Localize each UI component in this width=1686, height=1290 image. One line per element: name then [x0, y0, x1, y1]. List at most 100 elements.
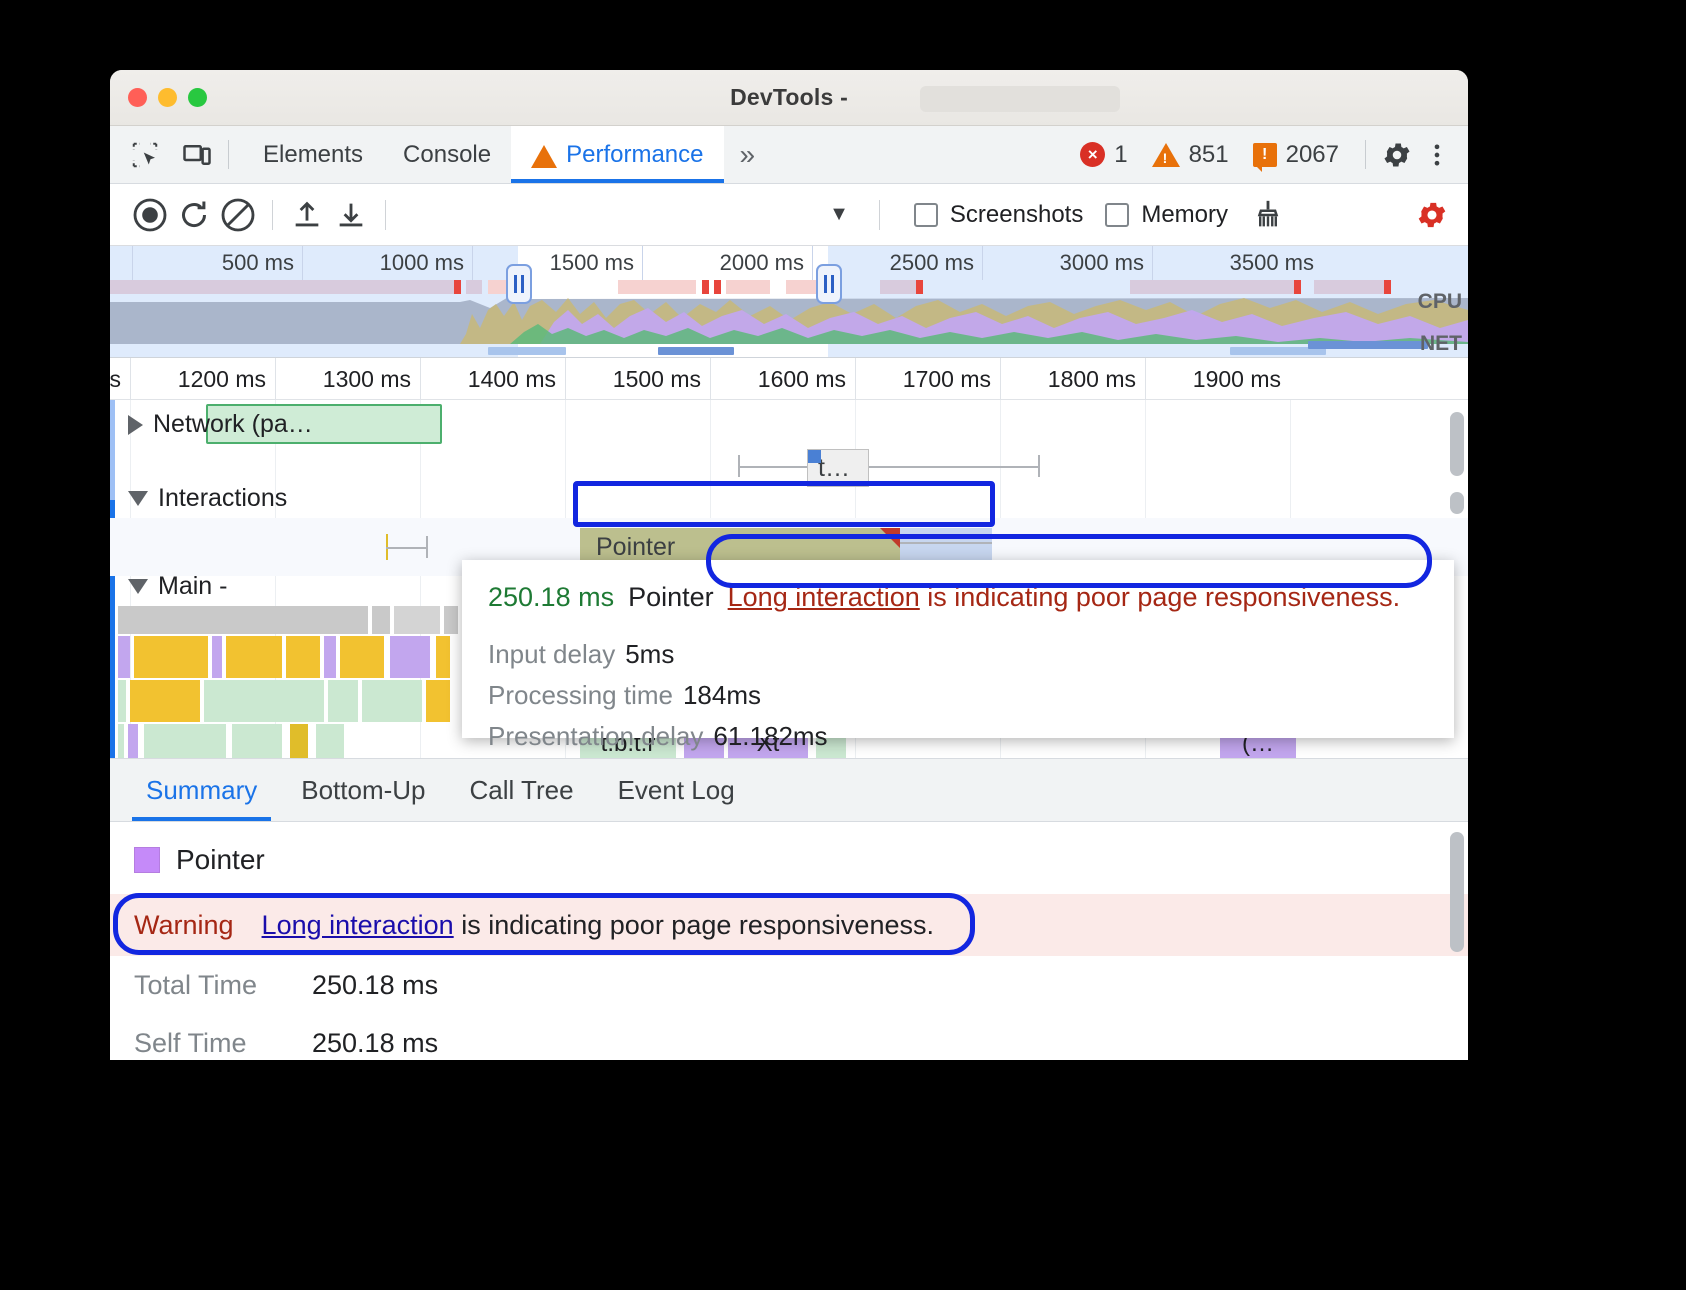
flame-block[interactable]	[372, 606, 390, 634]
controls-divider-1	[272, 200, 273, 230]
flame-block[interactable]	[118, 680, 126, 722]
flame-block[interactable]	[394, 606, 440, 634]
upload-profile-icon[interactable]	[285, 193, 329, 237]
more-tabs-button[interactable]: »	[724, 126, 772, 183]
collect-garbage-icon[interactable]	[1246, 193, 1290, 237]
error-icon: ×	[1080, 142, 1105, 167]
inspect-icon[interactable]	[128, 138, 162, 172]
tab-elements[interactable]: Elements	[243, 126, 383, 183]
profile-select[interactable]: ▼	[398, 203, 867, 226]
flame-block[interactable]	[426, 680, 450, 722]
tooltip-metric-key: Input delay	[488, 639, 615, 669]
timeline-tick-label: 1100 ms	[110, 366, 121, 393]
overview-window-left-handle[interactable]	[506, 264, 532, 304]
gear-icon[interactable]	[1380, 138, 1414, 172]
animation-chip[interactable]: t…	[807, 449, 869, 487]
flame-block[interactable]	[144, 724, 226, 758]
tab-console[interactable]: Console	[383, 126, 511, 183]
net-block	[1314, 280, 1390, 294]
timeline-tick-label: 1200 ms	[178, 366, 266, 393]
controls-divider-2	[385, 200, 386, 230]
main-track-header[interactable]: Main -	[110, 572, 227, 601]
flame-block[interactable]	[444, 606, 458, 634]
flame-block[interactable]	[324, 636, 336, 678]
tab-summary[interactable]: Summary	[124, 759, 279, 821]
network-track-header[interactable]: Network (pa…	[110, 410, 313, 439]
flame-block[interactable]	[390, 636, 430, 678]
flame-block[interactable]	[118, 724, 124, 758]
flame-block[interactable]	[226, 636, 282, 678]
overview-cpu-chart	[110, 294, 1468, 344]
tab-bottom-up[interactable]: Bottom-Up	[279, 759, 447, 821]
tab-performance[interactable]: Performance	[511, 126, 723, 183]
flame-block[interactable]	[232, 724, 282, 758]
screenshots-checkbox-box[interactable]	[914, 203, 938, 227]
overview-window-right-handle[interactable]	[816, 264, 842, 304]
tabbar-right-icons	[1380, 126, 1468, 183]
timeline-overview[interactable]: 500 ms 1000 ms 1500 ms 2000 ms 2500 ms 3…	[110, 246, 1468, 358]
flame-block[interactable]	[328, 680, 358, 722]
more-vertical-icon[interactable]	[1420, 138, 1454, 172]
chevron-down-icon[interactable]	[128, 491, 148, 506]
flame-block[interactable]	[118, 606, 368, 634]
flame-block[interactable]	[290, 724, 308, 758]
flame-block[interactable]	[130, 680, 200, 722]
flame-block[interactable]	[340, 636, 384, 678]
memory-checkbox-box[interactable]	[1105, 203, 1129, 227]
chevron-down-icon[interactable]	[128, 579, 148, 594]
issue-icon: !	[1253, 143, 1277, 167]
overview-tick: 1000 ms	[302, 246, 472, 280]
window-titlebar: DevTools -	[110, 70, 1468, 126]
flame-block[interactable]	[286, 636, 320, 678]
warning-counter[interactable]: 851	[1144, 141, 1237, 169]
summary-warning-link[interactable]: Long interaction	[262, 910, 454, 940]
animation-range-line	[738, 466, 1038, 468]
tooltip-metric-value: 61.182ms	[713, 721, 827, 751]
interactions-track-header[interactable]: Interactions	[110, 484, 287, 513]
issue-counter[interactable]: ! 2067	[1245, 141, 1347, 169]
net-block	[1130, 280, 1300, 294]
chevron-down-icon[interactable]: ▼	[829, 203, 849, 226]
summary-vertical-scrollbar[interactable]	[1450, 832, 1464, 952]
tab-performance-label: Performance	[566, 141, 703, 169]
memory-checkbox[interactable]: Memory	[1105, 201, 1228, 229]
overview-tick-label: 1500 ms	[550, 250, 634, 276]
tab-console-label: Console	[403, 141, 491, 169]
timeline-tick: 1700 ms	[855, 358, 1000, 400]
tooltip-warning-link[interactable]: Long interaction	[728, 582, 920, 612]
net-block-tail	[702, 280, 709, 294]
flame-block[interactable]	[362, 680, 422, 722]
tab-event-log[interactable]: Event Log	[596, 759, 757, 821]
panel-tabs: Elements Console Performance	[243, 126, 724, 183]
flame-block[interactable]	[212, 636, 222, 678]
timeline-tick-label: 1700 ms	[903, 366, 991, 393]
timeline-vertical-scrollbar[interactable]	[1450, 412, 1464, 476]
tooltip-metric-row: Presentation delay61.182ms	[488, 721, 1428, 752]
network-track-row[interactable]: Network (pa…	[110, 400, 1468, 450]
flame-block[interactable]	[134, 636, 208, 678]
clear-icon[interactable]	[216, 193, 260, 237]
flame-block[interactable]	[128, 724, 138, 758]
net-track-label: NET	[1420, 332, 1462, 356]
timeline-vertical-scrollbar-thumb[interactable]	[1450, 492, 1464, 514]
download-profile-icon[interactable]	[329, 193, 373, 237]
flame-block[interactable]	[118, 636, 130, 678]
tabbar-divider-right	[1365, 140, 1366, 169]
record-icon[interactable]	[128, 193, 172, 237]
screenshots-checkbox[interactable]: Screenshots	[914, 201, 1083, 229]
device-toolbar-icon[interactable]	[180, 138, 214, 172]
overview-network-strip	[110, 280, 1468, 294]
timeline-tick-label: 1600 ms	[758, 366, 846, 393]
capture-settings-gear-icon[interactable]	[1410, 193, 1454, 237]
reload-record-icon[interactable]	[172, 193, 216, 237]
tab-elements-label: Elements	[263, 141, 363, 169]
timeline-tick: 1900 ms	[1145, 358, 1290, 400]
tab-call-tree[interactable]: Call Tree	[448, 759, 596, 821]
flame-block[interactable]	[204, 680, 324, 722]
chevron-right-icon[interactable]	[128, 415, 143, 435]
timeline-tracks[interactable]: Network (pa… t… Interactions	[110, 400, 1468, 758]
error-counter[interactable]: × 1	[1072, 141, 1135, 169]
flame-block[interactable]	[436, 636, 450, 678]
performance-controls: ▼ Screenshots Memory	[110, 184, 1468, 246]
flame-block[interactable]	[316, 724, 344, 758]
